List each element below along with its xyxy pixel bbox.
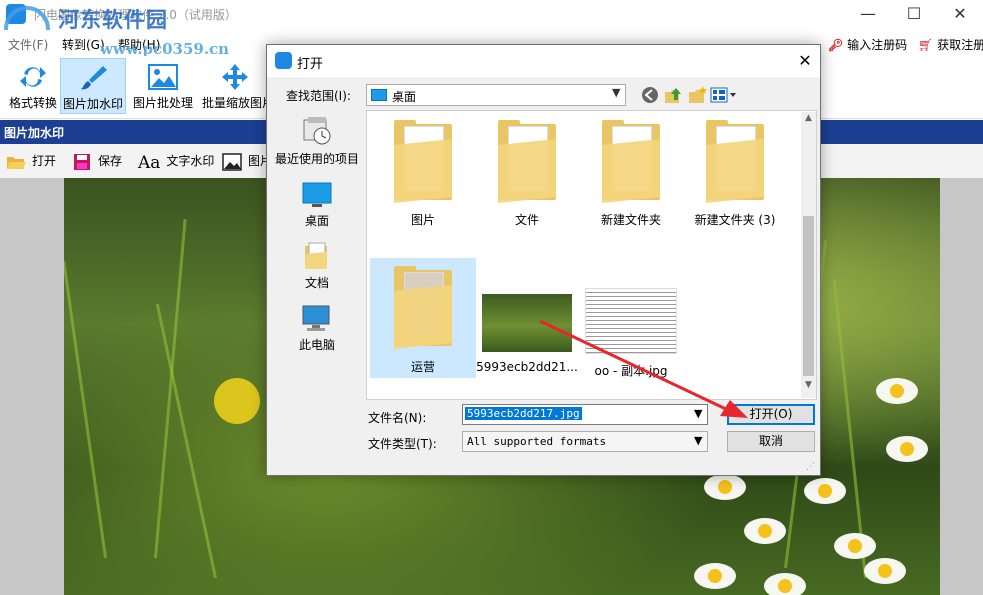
- folder-icon: [602, 120, 660, 204]
- text-aa-icon: Aa: [138, 152, 161, 173]
- list-item-label: 新建文件夹 (3): [694, 213, 776, 227]
- maximize-button[interactable]: ☐: [891, 0, 937, 30]
- chevron-down-icon[interactable]: ▼: [612, 86, 620, 99]
- place-this-pc[interactable]: 此电脑: [270, 304, 364, 353]
- list-item-label: 运营: [410, 360, 435, 374]
- list-item-label: 5993ecb2dd21...: [476, 360, 578, 374]
- list-item[interactable]: 文件: [474, 120, 580, 228]
- list-item[interactable]: oo - 副本.jpg: [578, 288, 684, 379]
- dialog-app-icon: [275, 52, 292, 69]
- dialog-title: 打开: [297, 57, 324, 72]
- save-action-label: 保存: [98, 154, 123, 168]
- text-watermark-button[interactable]: Aa 文字水印: [138, 152, 215, 173]
- chevron-down-icon[interactable]: ▼: [694, 434, 702, 447]
- place-desktop[interactable]: 桌面: [270, 182, 364, 229]
- image-watermark-button[interactable]: 图片: [222, 152, 272, 171]
- list-item[interactable]: 运营: [370, 258, 476, 378]
- resize-arrows-icon: [222, 64, 248, 90]
- open-folder-icon: [7, 156, 26, 169]
- filetype-value: All supported formats: [467, 435, 607, 448]
- key-icon: 🔑︎: [828, 38, 844, 52]
- register-get-link[interactable]: 🛒︎ 获取注册: [918, 36, 983, 53]
- text-watermark-label: 文字水印: [166, 154, 215, 168]
- filename-value: 5993ecb2dd217.jpg: [465, 407, 582, 420]
- register-input-link[interactable]: 🔑︎ 输入注册码: [828, 36, 907, 53]
- list-item-label: oo - 副本.jpg: [594, 364, 668, 378]
- register-get-label: 获取注册: [937, 38, 983, 52]
- panel-title: 图片加水印: [4, 126, 65, 140]
- view-menu-icon[interactable]: [710, 86, 738, 104]
- register-input-label: 输入注册码: [847, 38, 908, 52]
- place-recent-label: 最近使用的项目: [274, 152, 359, 166]
- place-desktop-label: 桌面: [304, 214, 329, 228]
- cancel-button[interactable]: 取消: [727, 431, 815, 452]
- batch-process-label: 图片批处理: [132, 96, 193, 110]
- watermark-tool-button[interactable]: 图片加水印: [60, 58, 126, 114]
- document-thumbnail: [585, 288, 677, 354]
- resize-grip-icon[interactable]: ⋰: [806, 462, 815, 472]
- place-documents[interactable]: 文档: [270, 242, 364, 291]
- folder-icon: [394, 266, 452, 350]
- picture-icon: [148, 64, 178, 90]
- desktop-icon: [302, 182, 332, 207]
- filetype-label: 文件类型(T):: [368, 437, 437, 451]
- batch-resize-button[interactable]: 批量缩放图片: [202, 58, 274, 114]
- menu-file[interactable]: 文件(F): [8, 36, 48, 53]
- format-convert-button[interactable]: 格式转换: [0, 58, 66, 114]
- format-convert-label: 格式转换: [8, 96, 57, 110]
- cart-icon: 🛒︎: [918, 38, 934, 52]
- canvas-margin-right: [940, 178, 983, 595]
- lookin-value: 桌面: [392, 90, 417, 104]
- scroll-down-icon[interactable]: ▼: [801, 380, 816, 390]
- list-item-label: 新建文件夹: [600, 213, 661, 227]
- list-item[interactable]: 图片: [370, 120, 476, 228]
- list-item[interactable]: 5993ecb2dd21...: [474, 294, 580, 374]
- place-this-pc-label: 此电脑: [298, 338, 335, 352]
- paintbrush-icon: [81, 66, 107, 90]
- open-button[interactable]: 打开(O): [727, 404, 815, 425]
- dialog-close-icon[interactable]: ✕: [792, 48, 818, 74]
- list-item-label: 图片: [410, 213, 435, 227]
- computer-icon: [302, 305, 330, 331]
- convert-arrows-icon: [20, 67, 46, 87]
- scrollbar-thumb[interactable]: [803, 216, 814, 376]
- chevron-down-icon[interactable]: ▼: [694, 407, 702, 420]
- filename-label: 文件名(N):: [368, 411, 427, 425]
- lookin-label: 查找范围(I):: [286, 89, 351, 103]
- open-action-button[interactable]: 打开: [6, 152, 56, 171]
- list-item[interactable]: 新建文件夹: [578, 120, 684, 228]
- canvas-margin-left: [0, 178, 64, 595]
- folder-icon: [394, 120, 452, 204]
- close-button[interactable]: ✕: [937, 0, 983, 30]
- desktop-folder-icon: [371, 89, 387, 101]
- place-recent[interactable]: 最近使用的项目: [270, 116, 364, 167]
- documents-icon: [305, 242, 327, 269]
- batch-process-button[interactable]: 图片批处理: [130, 58, 196, 114]
- back-icon[interactable]: [640, 86, 660, 104]
- image-icon: [222, 152, 242, 171]
- place-documents-label: 文档: [304, 276, 329, 290]
- recent-items-icon: [303, 117, 331, 145]
- list-item[interactable]: 新建文件夹 (3): [682, 120, 788, 228]
- save-action-button[interactable]: 保存: [72, 152, 122, 171]
- open-action-label: 打开: [32, 154, 57, 168]
- scroll-up-icon[interactable]: ▲: [801, 113, 816, 123]
- watermark-tool-label: 图片加水印: [62, 97, 123, 111]
- photo-thumbnail: [482, 294, 572, 352]
- floppy-disk-icon: [74, 153, 90, 170]
- folder-icon: [706, 120, 764, 204]
- dialog-title-bar: [267, 45, 820, 77]
- batch-resize-label: 批量缩放图片: [202, 96, 275, 110]
- minimize-button[interactable]: —: [845, 0, 891, 30]
- list-item-label: 文件: [514, 213, 539, 227]
- folder-icon: [498, 120, 556, 204]
- menu-goto[interactable]: 转到(G): [62, 36, 105, 53]
- new-folder-icon[interactable]: [688, 86, 708, 104]
- up-folder-icon[interactable]: [664, 86, 684, 104]
- places-bar: 最近使用的项目 桌面 文档 此电脑: [270, 110, 364, 400]
